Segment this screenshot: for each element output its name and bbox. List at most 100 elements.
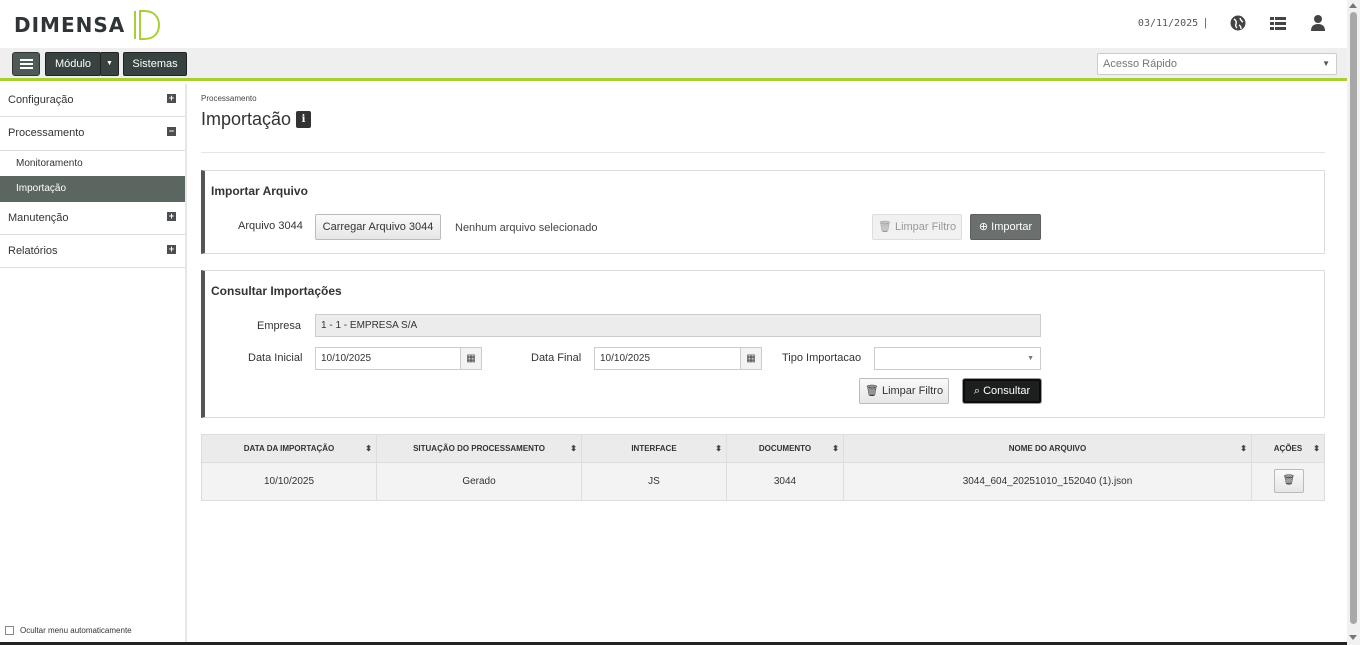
scroll-thumb[interactable] [1350, 12, 1357, 624]
import-panel: Importar Arquivo Arquivo 3044 Carregar A… [201, 170, 1325, 254]
upload-file-button[interactable]: Carregar Arquivo 3044 [315, 214, 441, 240]
calendar-icon[interactable]: ▦ [460, 347, 482, 370]
hide-menu-label: Ocultar menu automaticamente [20, 626, 132, 635]
search-button[interactable]: ⌕ Consultar [963, 379, 1041, 403]
column-header-acoes[interactable]: AÇÕES ⬍ [1252, 435, 1324, 462]
tipo-importacao-label: Tipo Importacao [782, 352, 862, 364]
list-icon[interactable] [1269, 14, 1287, 32]
empresa-field[interactable]: 1 - 1 - EMPRESA S/A [315, 314, 1041, 337]
search-label: Consultar [983, 385, 1031, 397]
sort-icon: ⬍ [832, 444, 839, 453]
query-panel-title: Consultar Importações [211, 284, 342, 298]
nav-bar: Módulo ▼ Sistemas Acesso Rápido ▼ [0, 48, 1347, 81]
sort-icon: ⬍ [715, 444, 722, 453]
column-header-documento[interactable]: DOCUMENTO ⬍ [727, 435, 844, 462]
cell-nome-arquivo: 3044_604_20251010_152040 (1).json [844, 463, 1252, 500]
sidebar-item-configuracao[interactable]: Configuração + [0, 84, 185, 117]
brand-name: DIMENSA [14, 13, 126, 37]
column-header-situacao[interactable]: SITUAÇÃO DO PROCESSAMENTO ⬍ [377, 435, 582, 462]
scroll-up-arrow-icon[interactable] [1349, 3, 1357, 8]
info-icon[interactable]: i [296, 111, 312, 128]
collapse-icon[interactable]: − [167, 127, 176, 136]
no-file-text: Nenhum arquivo selecionado [455, 222, 598, 234]
scroll-down-arrow-icon[interactable] [1349, 635, 1357, 640]
vertical-scrollbar[interactable] [1347, 0, 1360, 645]
date-separator: | [1204, 17, 1207, 29]
sidebar-item-manutencao[interactable]: Manutenção + [0, 202, 185, 235]
hamburger-line [20, 59, 33, 61]
column-label: DOCUMENTO [758, 444, 812, 453]
table-row[interactable]: 10/10/2025 Gerado JS 3044 3044_604_20251… [202, 463, 1324, 500]
import-panel-title: Importar Arquivo [211, 184, 308, 198]
column-label: AÇÕES [1273, 444, 1303, 453]
sort-icon: ⬍ [570, 444, 577, 453]
quick-access-select[interactable]: Acesso Rápido ▼ [1097, 53, 1337, 75]
divider [201, 152, 1325, 153]
import-button[interactable]: ⊕ Importar [970, 214, 1041, 240]
table-header: DATA DA IMPORTAÇÃO ⬍ SITUAÇÃO DO PROCESSA… [202, 435, 1324, 463]
imports-table: DATA DA IMPORTAÇÃO ⬍ SITUAÇÃO DO PROCESSA… [201, 434, 1325, 501]
trash-icon: 🗑 [877, 221, 892, 233]
calendar-icon[interactable]: ▦ [740, 347, 762, 370]
hide-menu-option: Ocultar menu automaticamente [5, 626, 132, 635]
sidebar-subitem-importacao[interactable]: Importação [0, 176, 185, 202]
sort-icon: ⬍ [365, 444, 372, 453]
brand-logo[interactable]: DIMENSA [14, 9, 161, 41]
cell-interface: JS [582, 463, 727, 500]
clear-filter-query-button[interactable]: 🗑 Limpar Filtro [859, 378, 949, 404]
chevron-down-icon: ▼ [1027, 355, 1034, 362]
sidebar-item-label: Processamento [8, 127, 85, 139]
expand-icon[interactable]: + [167, 94, 176, 103]
cell-situacao: Gerado [377, 463, 582, 500]
cell-documento: 3044 [727, 463, 844, 500]
modulo-button[interactable]: Módulo [45, 52, 101, 76]
page-title-row: Importação i [201, 109, 312, 130]
current-date: 03/11/2025 [1137, 17, 1199, 29]
hamburger-line [20, 67, 33, 69]
file-label: Arquivo 3044 [238, 220, 303, 232]
data-final-label: Data Final [531, 352, 582, 364]
search-icon: ⌕ [973, 385, 981, 397]
sistemas-button[interactable]: Sistemas [123, 52, 187, 76]
data-inicial-field[interactable]: 10/10/2025 [315, 347, 461, 370]
trash-icon: 🗑 [864, 385, 879, 397]
page-title: Importação [201, 109, 292, 129]
top-header: DIMENSA 03/11/2025 | [0, 0, 1347, 48]
sidebar-item-label: Configuração [8, 94, 74, 106]
clear-filter-import-button[interactable]: 🗑 Limpar Filtro [872, 214, 962, 240]
clear-filter-label: Limpar Filtro [894, 221, 957, 233]
query-panel: Consultar Importações Empresa 1 - 1 - EM… [201, 270, 1325, 418]
cell-data: 10/10/2025 [202, 463, 377, 500]
hide-menu-checkbox[interactable] [5, 626, 14, 635]
column-label: INTERFACE [631, 444, 677, 453]
sort-icon: ⬍ [1240, 444, 1247, 453]
sidebar-item-relatorios[interactable]: Relatórios + [0, 235, 185, 268]
quick-access-placeholder: Acesso Rápido [1103, 58, 1177, 70]
sidebar-subitem-monitoramento[interactable]: Monitoramento [0, 150, 185, 176]
breadcrumb[interactable]: Processamento [201, 94, 257, 103]
cell-acoes: 🗑 [1252, 463, 1324, 500]
expand-icon[interactable]: + [167, 212, 176, 221]
hamburger-menu-button[interactable] [12, 52, 40, 76]
brand-mark-icon [134, 10, 161, 40]
sidebar-item-processamento[interactable]: Processamento − [0, 117, 185, 150]
trash-icon: 🗑 [1282, 475, 1296, 486]
user-icon[interactable] [1309, 14, 1327, 32]
chevron-down-icon: ▼ [1322, 59, 1330, 68]
data-final-field[interactable]: 10/10/2025 [594, 347, 741, 370]
expand-icon[interactable]: + [167, 245, 176, 254]
delete-button[interactable]: 🗑 [1274, 469, 1304, 493]
globe-icon[interactable] [1229, 14, 1247, 32]
column-header-interface[interactable]: INTERFACE ⬍ [582, 435, 727, 462]
modulo-dropdown-caret[interactable]: ▼ [100, 52, 119, 76]
tipo-importacao-select[interactable]: ▼ [874, 347, 1041, 370]
column-header-nome-arquivo[interactable]: NOME DO ARQUIVO ⬍ [844, 435, 1252, 462]
clear-filter-label: Limpar Filtro [881, 385, 944, 397]
sort-icon: ⬍ [1313, 444, 1320, 453]
sidebar-item-label: Relatórios [8, 245, 58, 257]
column-header-data[interactable]: DATA DA IMPORTAÇÃO ⬍ [202, 435, 377, 462]
sidebar: Configuração + Processamento − Monitoram… [0, 84, 187, 645]
hamburger-line [20, 63, 33, 65]
column-label: SITUAÇÃO DO PROCESSAMENTO [413, 444, 545, 453]
import-icon: ⊕ [978, 221, 989, 233]
